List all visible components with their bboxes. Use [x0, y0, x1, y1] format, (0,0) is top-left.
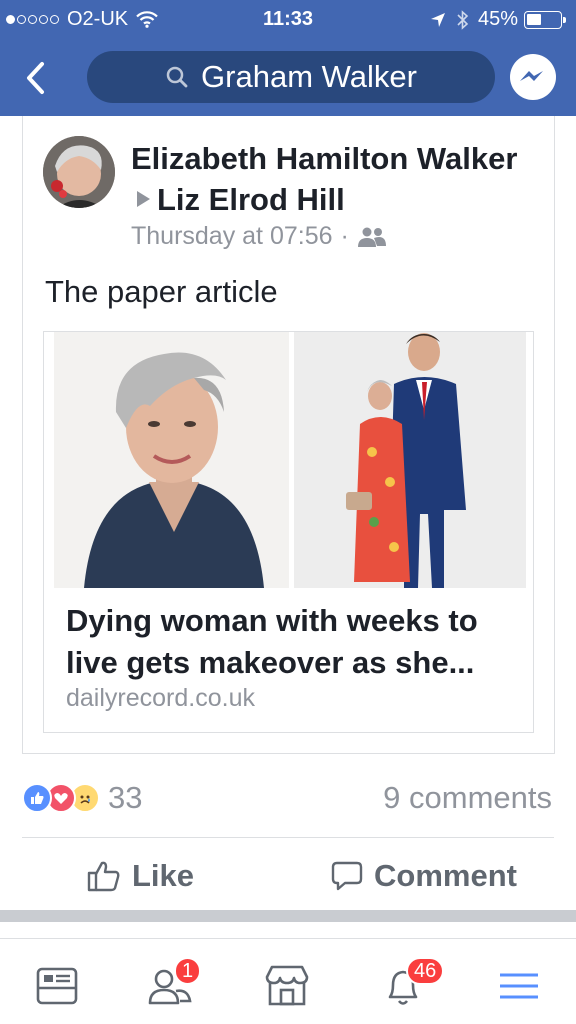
thumbs-up-icon	[87, 861, 120, 892]
article-photo-right	[294, 332, 526, 588]
post-timestamp[interactable]: Thursday at 07:56	[131, 222, 333, 251]
friend-requests-badge: 1	[174, 957, 202, 985]
like-reaction-icon	[22, 783, 52, 813]
battery-icon	[524, 10, 566, 29]
friends-icon	[357, 227, 386, 247]
marketplace-icon	[265, 965, 309, 1006]
notifications-badge: 46	[406, 957, 445, 985]
article-headline: Dying woman with weeks to live gets make…	[66, 603, 478, 680]
battery-percent: 45%	[477, 8, 518, 30]
tab-menu[interactable]	[494, 961, 544, 1011]
back-button[interactable]	[20, 58, 54, 98]
search-bar[interactable]: Graham Walker	[87, 51, 495, 103]
reactions-count: 33	[108, 780, 143, 815]
arrow-right-icon	[137, 191, 150, 207]
tab-news-feed[interactable]	[33, 961, 83, 1011]
like-button[interactable]: Like	[86, 856, 194, 896]
post-text: The paper article	[45, 274, 278, 309]
hamburger-menu-icon	[500, 973, 538, 999]
search-query: Graham Walker	[201, 59, 417, 94]
avatar-image	[43, 136, 115, 208]
bottom-tab-bar: 1 46	[0, 938, 576, 1024]
post-meta: Thursday at 07:56 ·	[131, 222, 387, 251]
article-photo-left	[54, 332, 289, 588]
comments-count[interactable]: 9 comments	[383, 780, 552, 816]
recipient-name[interactable]: Liz Elrod Hill	[157, 182, 345, 217]
battery-level	[527, 13, 541, 25]
author-name[interactable]: Elizabeth Hamilton Walker	[131, 141, 517, 176]
couple-photo-image	[294, 332, 526, 588]
tab-marketplace[interactable]	[262, 961, 312, 1011]
status-right: 45%	[430, 8, 566, 31]
comment-button[interactable]: Comment	[330, 856, 517, 896]
reactions-summary[interactable]: 33	[22, 780, 142, 816]
feed-separator	[0, 910, 576, 922]
top-bar: O2-UK 11:33 45% Graham Walker	[0, 0, 576, 116]
like-label: Like	[132, 858, 195, 893]
messenger-icon	[520, 71, 543, 81]
link-preview[interactable]: Dying woman with weeks to live gets make…	[43, 331, 534, 733]
woman-portrait-image	[54, 332, 289, 588]
chevron-left-icon	[27, 62, 44, 94]
divider	[22, 837, 554, 838]
bluetooth-icon	[457, 9, 469, 30]
comment-label: Comment	[374, 858, 517, 893]
location-arrow-icon	[430, 12, 445, 27]
meta-separator: ·	[340, 222, 349, 250]
tab-friend-requests[interactable]: 1	[146, 957, 202, 1011]
status-bar: O2-UK 11:33 45%	[0, 0, 576, 40]
post-card: Elizabeth Hamilton WalkerLiz Elrod Hill …	[22, 116, 555, 754]
tab-notifications[interactable]: 46	[378, 957, 445, 1011]
search-icon	[166, 66, 188, 88]
news-feed-icon	[36, 967, 78, 1005]
avatar[interactable]	[43, 136, 115, 208]
article-domain: dailyrecord.co.uk	[66, 684, 255, 712]
messenger-button[interactable]	[510, 54, 556, 100]
comment-bubble-icon	[331, 861, 363, 891]
post-header: Elizabeth Hamilton Walker Liz Elrod Hill	[131, 138, 541, 220]
